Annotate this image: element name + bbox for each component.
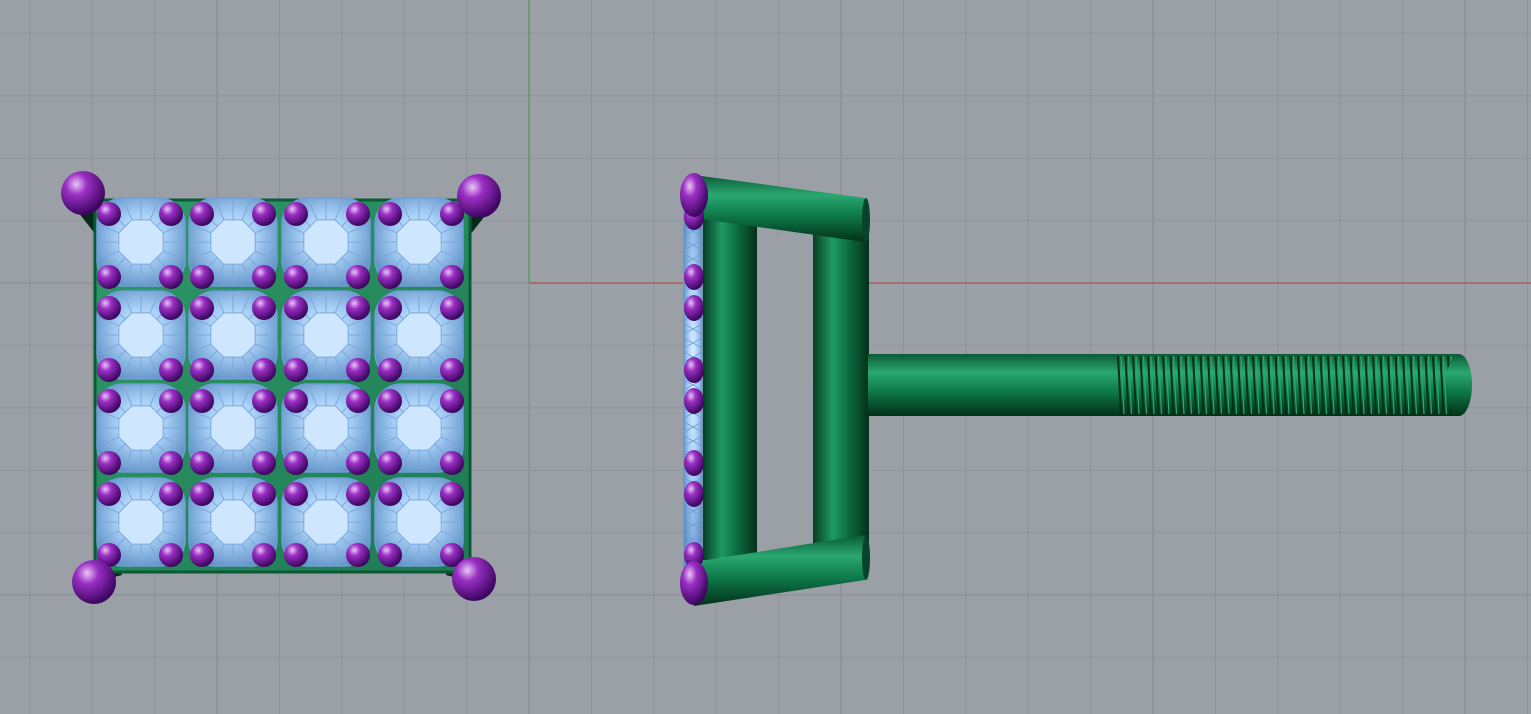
prong — [190, 389, 214, 413]
viewport-canvas[interactable] — [0, 0, 1531, 714]
corner-prong — [452, 557, 496, 601]
prong — [159, 543, 183, 567]
prong — [252, 451, 276, 475]
prong — [252, 543, 276, 567]
prong — [97, 451, 121, 475]
top-rail-end — [862, 198, 870, 242]
prong — [378, 482, 402, 506]
prong — [440, 482, 464, 506]
corner-prong — [457, 174, 501, 218]
side-corner-prong — [680, 173, 708, 217]
prong — [252, 389, 276, 413]
earring-front-view[interactable] — [61, 171, 501, 604]
prong — [97, 265, 121, 289]
prong — [97, 296, 121, 320]
earring-side-view[interactable] — [680, 173, 1472, 606]
prong — [159, 482, 183, 506]
prong — [346, 451, 370, 475]
post-tip — [1446, 354, 1472, 416]
prong — [378, 202, 402, 226]
prong — [284, 265, 308, 289]
prong — [252, 265, 276, 289]
prong — [346, 358, 370, 382]
prong — [97, 358, 121, 382]
side-corner-prong — [680, 561, 708, 605]
prong — [190, 482, 214, 506]
prong — [346, 543, 370, 567]
prong — [252, 202, 276, 226]
prong — [159, 265, 183, 289]
bottom-rail-end — [862, 536, 870, 580]
prong — [159, 451, 183, 475]
prong — [346, 265, 370, 289]
prong — [159, 296, 183, 320]
prong — [190, 265, 214, 289]
prong — [440, 389, 464, 413]
prong — [252, 358, 276, 382]
prong — [252, 482, 276, 506]
prong — [190, 358, 214, 382]
earring-post — [868, 354, 1118, 416]
prong — [97, 482, 121, 506]
prong — [190, 202, 214, 226]
prong — [284, 358, 308, 382]
prong — [346, 482, 370, 506]
side-prong — [684, 295, 704, 321]
prong — [284, 451, 308, 475]
side-prong — [684, 450, 704, 476]
prong — [346, 389, 370, 413]
prong — [284, 389, 308, 413]
prong — [378, 296, 402, 320]
prong — [440, 296, 464, 320]
prong — [284, 482, 308, 506]
prong — [440, 265, 464, 289]
prong — [97, 389, 121, 413]
prong — [378, 451, 402, 475]
prong — [284, 543, 308, 567]
prong — [378, 389, 402, 413]
prong — [159, 358, 183, 382]
gallery-opening — [757, 232, 813, 548]
side-prong — [684, 357, 704, 383]
prong — [378, 265, 402, 289]
prong — [190, 543, 214, 567]
side-prong — [684, 481, 704, 507]
viewport-3d[interactable] — [0, 0, 1531, 714]
prong — [284, 202, 308, 226]
side-prong — [684, 264, 704, 290]
prong — [190, 296, 214, 320]
prong — [378, 358, 402, 382]
prong — [378, 543, 402, 567]
prong — [346, 296, 370, 320]
corner-prong — [61, 171, 105, 215]
prong — [252, 296, 276, 320]
prong — [346, 202, 370, 226]
gallery-post-left — [703, 215, 757, 560]
prong — [159, 202, 183, 226]
side-prong — [684, 388, 704, 414]
corner-prong — [72, 560, 116, 604]
prong — [190, 451, 214, 475]
prong — [440, 451, 464, 475]
prong — [159, 389, 183, 413]
gallery-post-right — [813, 228, 869, 548]
prong — [284, 296, 308, 320]
prong — [440, 358, 464, 382]
